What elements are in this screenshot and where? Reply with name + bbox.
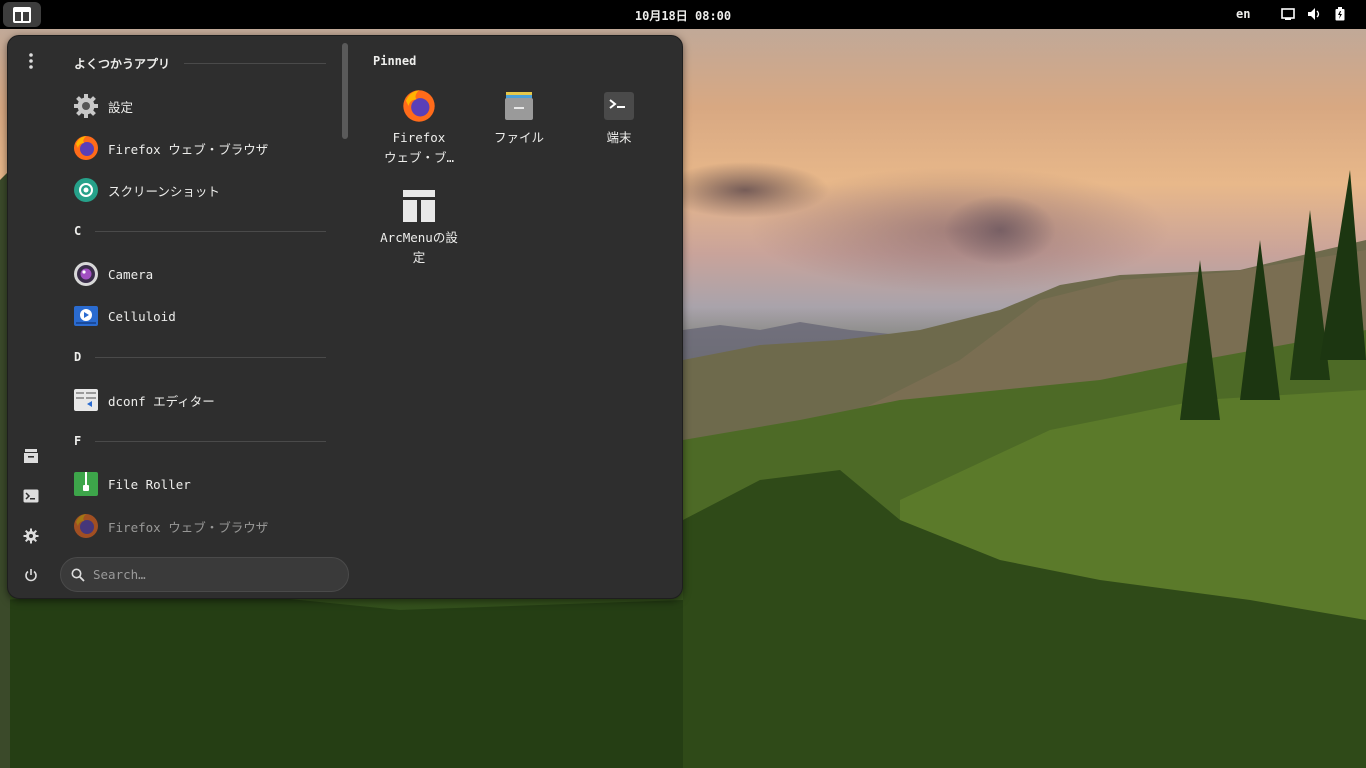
arcmenu-button[interactable] bbox=[3, 2, 41, 27]
settings-icon bbox=[23, 528, 39, 544]
system-tray[interactable] bbox=[1280, 6, 1348, 22]
pinned-title: Pinned bbox=[373, 54, 417, 68]
top-panel: 10月18日 08:00 en bbox=[0, 0, 1366, 29]
app-label: Celluloid bbox=[108, 308, 176, 324]
volume-icon[interactable] bbox=[1306, 6, 1322, 22]
settings-gear-icon bbox=[72, 92, 100, 120]
app-item-celluloid[interactable]: Celluloid bbox=[72, 300, 322, 332]
pinned-label: 端末 bbox=[606, 130, 632, 145]
pinned-files[interactable]: ファイル bbox=[474, 88, 564, 148]
divider bbox=[95, 356, 326, 358]
search-icon bbox=[71, 568, 85, 582]
app-label: Firefox ウェブ・ブラウザ bbox=[108, 141, 269, 157]
section-letter: F bbox=[74, 434, 82, 448]
app-item-firefox[interactable]: Firefox ウェブ・ブラウザ bbox=[72, 510, 322, 542]
celluloid-icon bbox=[72, 302, 100, 330]
arcmenu-settings-icon bbox=[401, 188, 437, 224]
divider bbox=[95, 440, 326, 442]
file-roller-icon bbox=[72, 470, 100, 498]
pinned-terminal[interactable]: 端末 bbox=[574, 88, 664, 148]
firefox-icon bbox=[401, 88, 437, 124]
frequent-apps-label: よくつかうアプリ bbox=[74, 56, 171, 71]
screen-icon[interactable] bbox=[1280, 6, 1296, 22]
terminal-icon bbox=[23, 489, 39, 503]
app-label: Camera bbox=[108, 266, 154, 282]
app-item-file-roller[interactable]: File Roller bbox=[72, 468, 322, 500]
camera-icon bbox=[72, 260, 100, 288]
app-item-dconf-editor[interactable]: dconf エディター bbox=[72, 384, 322, 416]
dconf-editor-icon bbox=[72, 386, 100, 414]
power-button[interactable] bbox=[19, 563, 43, 587]
firefox-icon bbox=[72, 134, 100, 162]
section-header-f: F bbox=[74, 431, 326, 451]
pinned-arcmenu-settings[interactable]: ArcMenuの設 定 bbox=[374, 188, 464, 268]
arcmenu-panel: よくつかうアプリ 設定 Firefox ウェブ・ブラウザ スクリーンショット C… bbox=[7, 35, 683, 599]
terminal-side-button[interactable] bbox=[19, 484, 43, 508]
screenshot-icon bbox=[72, 176, 100, 204]
pinned-label: ウェブ・ブ… bbox=[383, 150, 455, 165]
pinned-label: 定 bbox=[412, 250, 426, 265]
app-label: File Roller bbox=[108, 476, 191, 492]
pinned-label: Firefox bbox=[392, 130, 446, 145]
language-indicator[interactable]: en bbox=[1236, 7, 1250, 21]
more-options-button[interactable] bbox=[19, 49, 43, 73]
search-box[interactable] bbox=[60, 557, 349, 592]
power-icon bbox=[25, 569, 37, 582]
terminal-icon bbox=[601, 88, 637, 124]
divider bbox=[95, 230, 326, 232]
battery-icon[interactable] bbox=[1332, 6, 1348, 22]
divider bbox=[184, 62, 326, 64]
files-side-button[interactable] bbox=[19, 444, 43, 468]
section-letter: C bbox=[74, 224, 82, 238]
files-icon bbox=[24, 449, 38, 463]
app-label: dconf エディター bbox=[108, 393, 215, 409]
app-item-screenshot[interactable]: スクリーンショット bbox=[72, 174, 322, 206]
app-label: Firefox ウェブ・ブラウザ bbox=[108, 519, 269, 535]
side-button-column bbox=[8, 36, 53, 598]
section-header-c: C bbox=[74, 221, 326, 241]
arcmenu-icon bbox=[13, 6, 31, 23]
pinned-firefox[interactable]: Firefox ウェブ・ブ… bbox=[374, 88, 464, 168]
clock[interactable]: 10月18日 08:00 bbox=[635, 9, 731, 23]
pinned-label: ファイル bbox=[493, 130, 544, 145]
section-letter: D bbox=[74, 350, 82, 364]
pinned-label: ArcMenuの設 bbox=[380, 230, 458, 245]
app-label: 設定 bbox=[108, 99, 134, 115]
search-input[interactable] bbox=[93, 567, 323, 582]
section-header-d: D bbox=[74, 347, 326, 367]
files-icon bbox=[501, 88, 537, 124]
app-list[interactable]: よくつかうアプリ 設定 Firefox ウェブ・ブラウザ スクリーンショット C… bbox=[64, 46, 334, 546]
app-label: スクリーンショット bbox=[108, 183, 220, 199]
firefox-icon bbox=[72, 512, 100, 540]
app-item-firefox[interactable]: Firefox ウェブ・ブラウザ bbox=[72, 132, 322, 164]
app-list-scrollbar[interactable] bbox=[342, 43, 348, 139]
app-item-camera[interactable]: Camera bbox=[72, 258, 322, 290]
app-item-settings[interactable]: 設定 bbox=[72, 90, 322, 122]
settings-side-button[interactable] bbox=[19, 524, 43, 548]
frequent-apps-header: よくつかうアプリ bbox=[74, 53, 326, 73]
more-options-icon bbox=[29, 53, 33, 69]
